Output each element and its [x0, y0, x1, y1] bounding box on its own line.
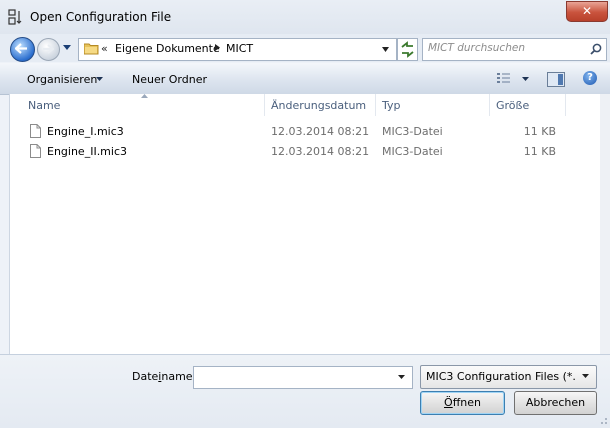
open-accesskey: Ö [444, 396, 453, 409]
address-dropdown-icon[interactable] [382, 47, 389, 52]
dialog-footer: Dateiname: MIC3 Configuration Files (*.m… [0, 354, 610, 428]
file-icon [30, 144, 41, 158]
file-row[interactable]: Engine_I.mic3 12.03.2014 08:21 MIC3-Date… [10, 121, 602, 141]
open-label: ffnen [452, 396, 481, 409]
search-icon[interactable] [590, 43, 602, 55]
window-title: Open Configuration File [30, 10, 172, 24]
file-type-filter-value: MIC3 Configuration Files (*.mic3) [426, 370, 576, 383]
organize-button[interactable]: Organisieren [27, 73, 97, 86]
breadcrumb-eigene-dokumente[interactable]: Eigene Dokumente [115, 42, 220, 55]
column-header-name[interactable]: Name [28, 99, 60, 112]
new-folder-button[interactable]: Neuer Ordner [132, 73, 207, 86]
vertical-scrollbar[interactable] [600, 94, 610, 354]
chevron-down-icon [582, 374, 589, 378]
forward-button[interactable] [37, 38, 60, 61]
filename-label-part: name: [161, 370, 197, 383]
help-icon[interactable]: ? [583, 71, 597, 85]
search-field[interactable]: MICT durchsuchen [422, 38, 607, 61]
file-size: 11 KB [523, 125, 556, 138]
views-icon[interactable] [497, 72, 511, 84]
title-bar: Open Configuration File ✕ [0, 0, 610, 34]
chevron-down-icon[interactable] [96, 77, 103, 81]
sort-ascending-icon [141, 94, 148, 98]
folder-icon [84, 43, 99, 55]
file-date: 12.03.2014 08:21 [271, 125, 370, 138]
back-arrow-icon [15, 43, 27, 54]
cancel-button[interactable]: Abbrechen [514, 391, 597, 415]
refresh-button[interactable] [397, 38, 418, 61]
open-file-dialog: Open Configuration File ✕ « Eigene Dokum… [0, 0, 610, 428]
breadcrumb-separator-icon[interactable] [215, 44, 220, 51]
column-divider[interactable] [264, 94, 265, 116]
column-header-size[interactable]: Größe [496, 99, 529, 112]
app-config-icon [8, 9, 22, 25]
open-button[interactable]: Öffnen [420, 391, 505, 415]
forward-arrow-icon [43, 44, 54, 54]
column-divider[interactable] [565, 94, 566, 116]
filename-label: Dateiname: [132, 370, 196, 383]
filename-combobox[interactable] [193, 366, 413, 389]
command-bar: Organisieren Neuer Ordner ? [0, 63, 610, 95]
filename-label-part: Date [132, 370, 159, 383]
search-placeholder: MICT durchsuchen [428, 42, 525, 54]
file-name: Engine_I.mic3 [47, 125, 124, 138]
filename-dropdown-icon[interactable] [398, 375, 405, 379]
file-name: Engine_II.mic3 [47, 145, 128, 158]
back-button[interactable] [10, 37, 35, 62]
file-icon [30, 124, 41, 138]
address-bar[interactable]: « Eigene Dokumente MICT [78, 38, 397, 61]
column-header-row: Name Änderungsdatum Typ Größe [10, 94, 602, 116]
column-divider[interactable] [489, 94, 490, 116]
column-header-type[interactable]: Typ [382, 99, 401, 112]
recent-pages-dropdown[interactable] [63, 45, 71, 51]
file-list[interactable]: Name Änderungsdatum Typ Größe Engine_I.m… [9, 94, 603, 354]
file-date: 12.03.2014 08:21 [271, 145, 370, 158]
file-type: MIC3-Datei [382, 125, 443, 138]
refresh-icon [401, 41, 414, 58]
close-button[interactable]: ✕ [566, 1, 608, 22]
file-size: 11 KB [523, 145, 556, 158]
breadcrumb-mict[interactable]: MICT [226, 42, 253, 55]
file-row[interactable]: Engine_II.mic3 12.03.2014 08:21 MIC3-Dat… [10, 141, 602, 161]
resize-grip-icon[interactable] [598, 415, 608, 425]
file-type-filter[interactable]: MIC3 Configuration Files (*.mic3) [420, 365, 597, 389]
column-header-date[interactable]: Änderungsdatum [271, 99, 366, 112]
column-divider[interactable] [375, 94, 376, 116]
preview-pane-icon[interactable] [547, 72, 565, 87]
views-dropdown-icon[interactable] [522, 77, 529, 81]
breadcrumb-overflow[interactable]: « [101, 42, 108, 55]
file-type: MIC3-Datei [382, 145, 443, 158]
